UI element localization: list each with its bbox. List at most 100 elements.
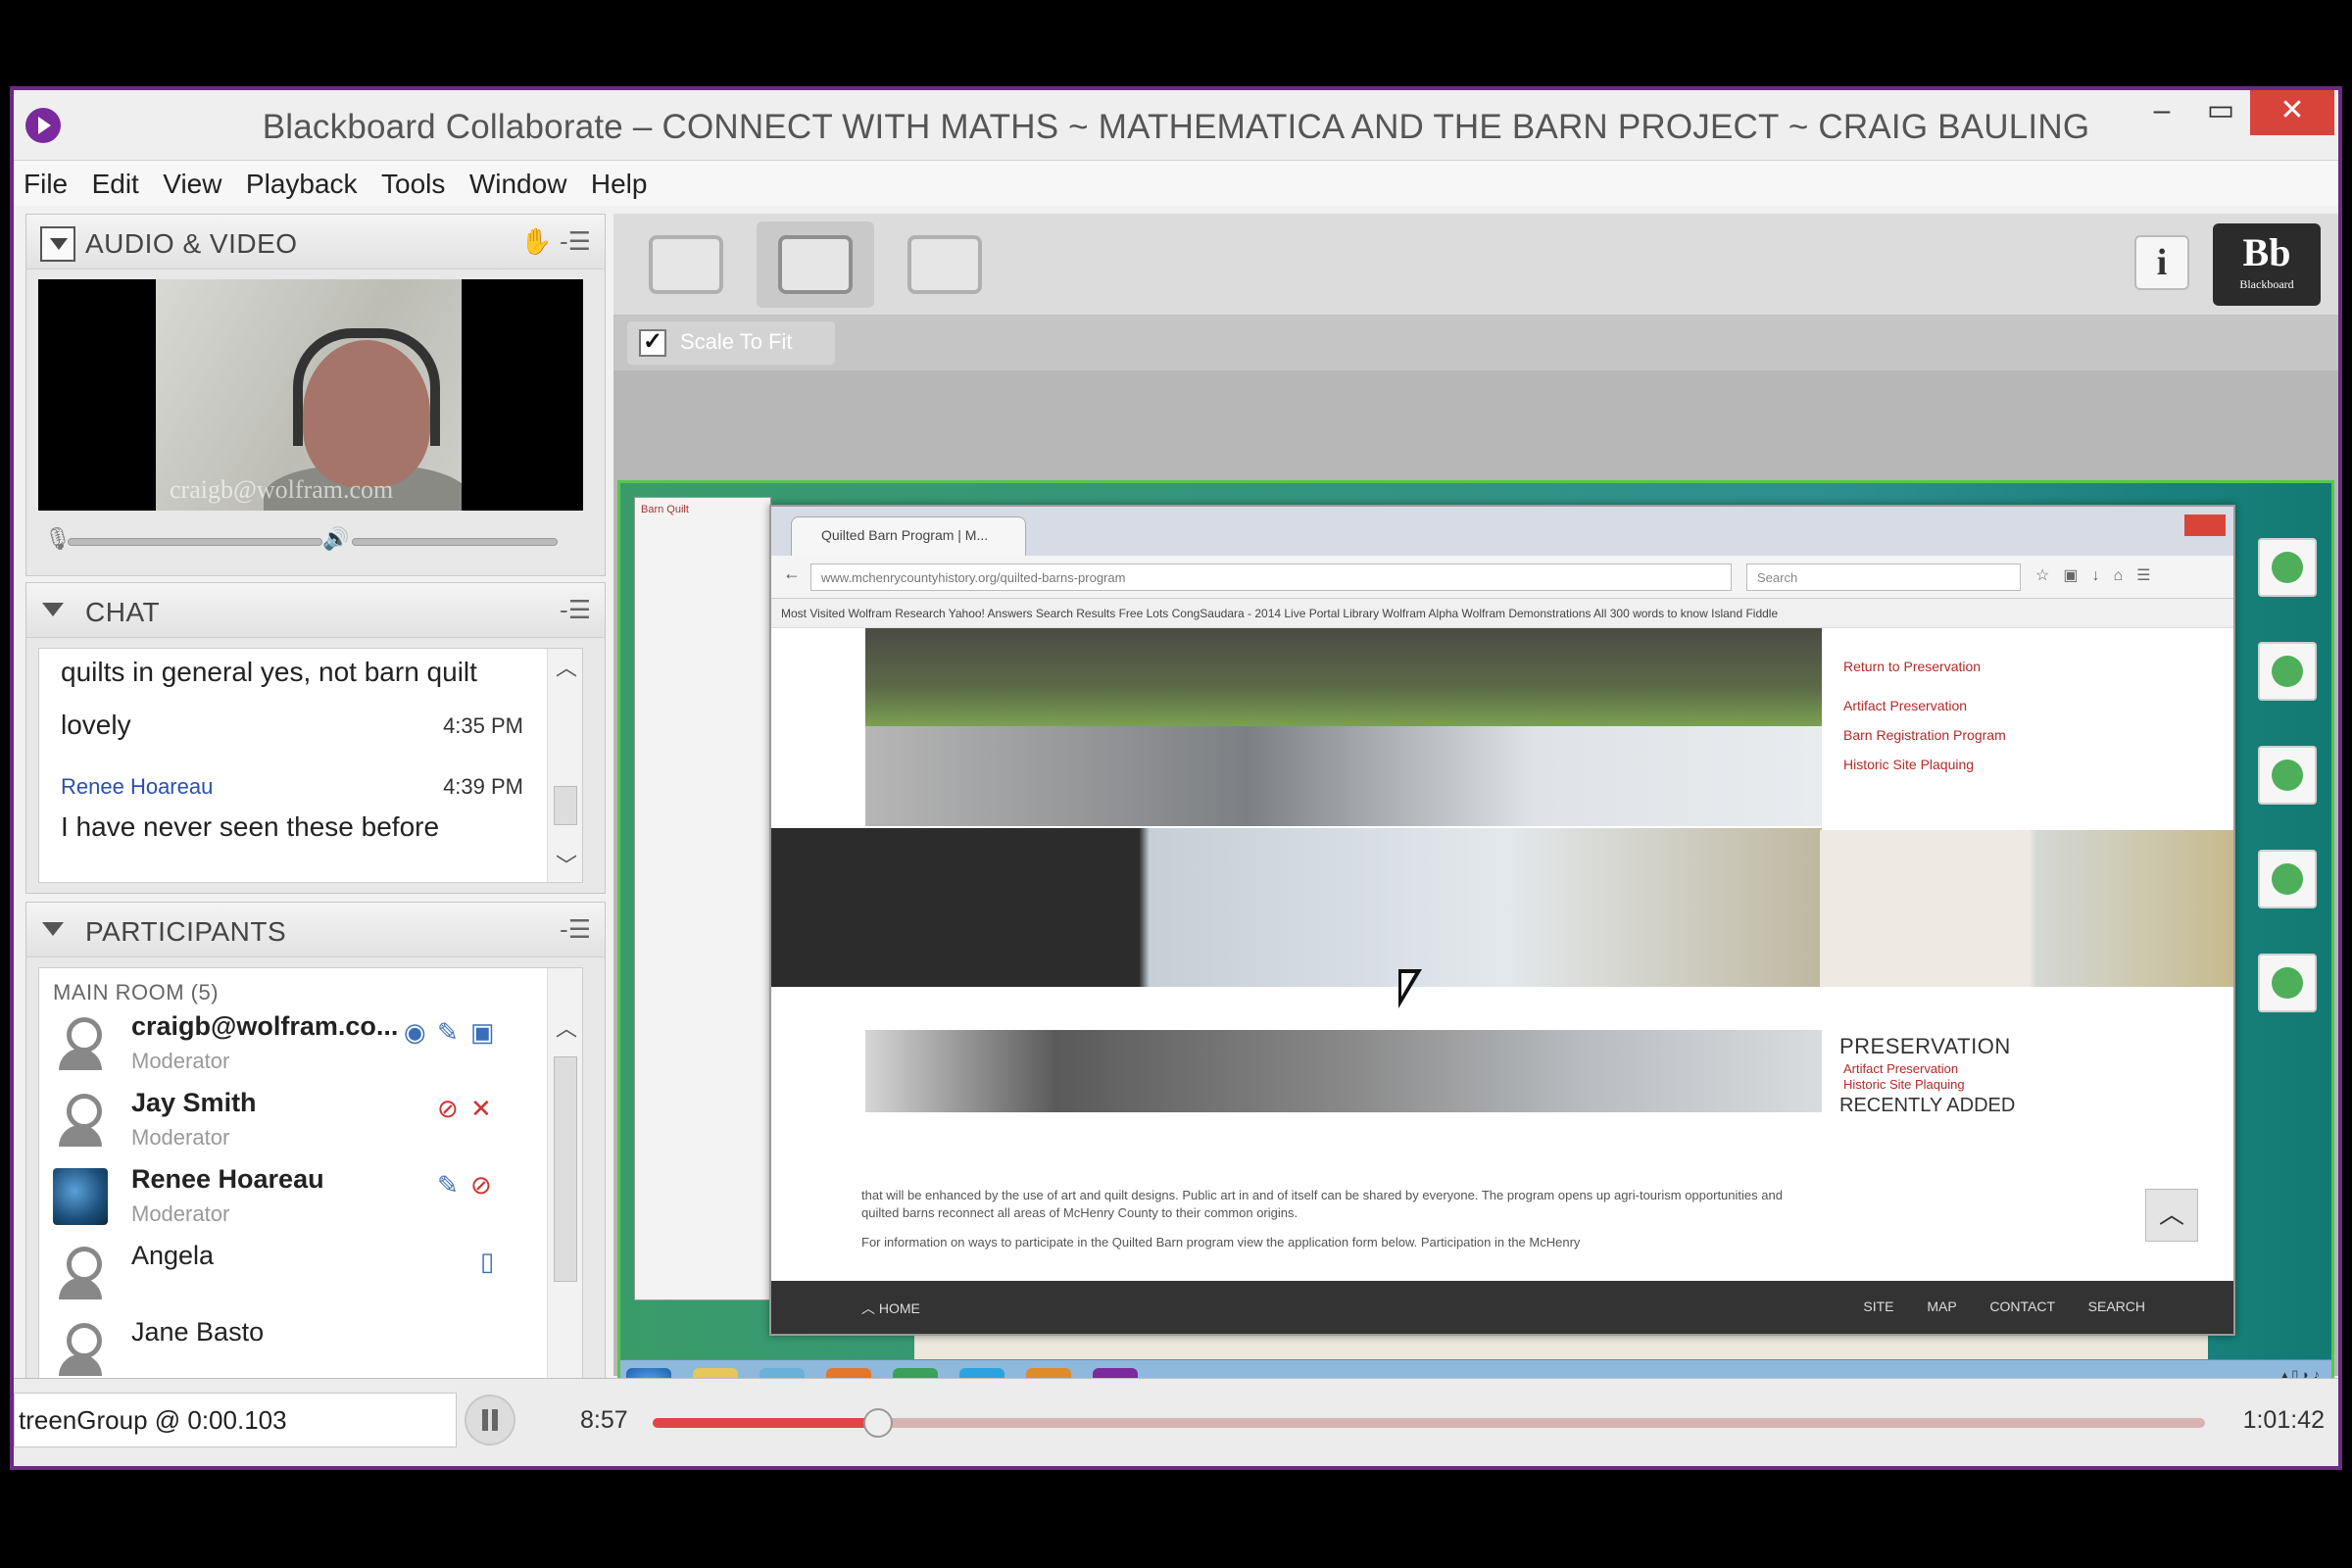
- audio-video-panel: AUDIO & VIDEO ✋ -☰ craigb@wolfram.com 🎙 …: [25, 214, 606, 576]
- playback-bar: treenGroup @ 0:00.103 8:57 1:01:42: [14, 1378, 2338, 1466]
- microphone-icon: ✎: [437, 1170, 459, 1200]
- close-button[interactable]: ✕: [2250, 90, 2334, 135]
- browser-nav: ← www.mchenrycountyhistory.org/quilted-b…: [771, 556, 2233, 599]
- participant-row[interactable]: craigb@wolfram.co... Moderator ◉ ✎ ▣: [39, 1007, 549, 1084]
- room-label: MAIN ROOM (5): [53, 980, 220, 1004]
- menu-edit[interactable]: Edit: [82, 161, 149, 200]
- camera-icon: ◉: [404, 1017, 426, 1047]
- panel-menu-icon[interactable]: -☰: [560, 914, 591, 945]
- chat-scrollbar[interactable]: ︿ ﹀: [547, 649, 582, 882]
- scroll-thumb[interactable]: [554, 786, 577, 825]
- camera-off-icon: ✕: [470, 1094, 492, 1123]
- mic-volume-slider[interactable]: [68, 538, 322, 546]
- menu-bar: File Edit View Playback Tools Window Hel…: [14, 161, 2338, 206]
- whiteboard-mode-button[interactable]: [627, 221, 745, 308]
- whiteboard-icon: [649, 235, 723, 294]
- menu-file[interactable]: File: [14, 161, 77, 200]
- file-icon: [2258, 642, 2317, 701]
- participant-name: Renee Hoareau: [131, 1164, 324, 1194]
- current-time: 8:57: [580, 1406, 628, 1434]
- person-icon: [53, 1092, 108, 1149]
- pause-button[interactable]: [465, 1395, 515, 1446]
- chevron-down-icon[interactable]: ﹀: [556, 849, 577, 880]
- hand-raise-icon[interactable]: ✋: [520, 226, 552, 256]
- microphone-icon: ✎: [437, 1017, 459, 1047]
- scale-to-fit-label: Scale To Fit: [680, 329, 793, 354]
- page-paragraph: For information on ways to participate i…: [861, 1235, 1581, 1250]
- collapse-arrow-icon[interactable]: [42, 922, 64, 936]
- bookmarks-bar: Most Visited Wolfram Research Yahoo! Ans…: [771, 599, 2233, 628]
- footer-links: SITE MAP CONTACT SEARCH: [1863, 1298, 2145, 1314]
- video-feed: craigb@wolfram.com: [38, 279, 583, 511]
- menu-help[interactable]: Help: [581, 161, 658, 200]
- participant-role: Moderator: [131, 1125, 230, 1150]
- camera-off-icon: ⊘: [470, 1170, 492, 1200]
- menu-playback[interactable]: Playback: [236, 161, 368, 200]
- timeline-scrubber[interactable]: [862, 1408, 893, 1438]
- barn-photo-2: [865, 1030, 1822, 1112]
- menu-view[interactable]: View: [153, 161, 231, 200]
- minimize-button[interactable]: –: [2132, 90, 2191, 135]
- chevron-up-icon[interactable]: ︿: [556, 1011, 577, 1043]
- collapse-toggle-icon[interactable]: [40, 226, 75, 262]
- timeline-progress: [653, 1418, 878, 1428]
- app-share-icon: [778, 235, 853, 294]
- participants-panel: PARTICIPANTS -☰ MAIN ROOM (5) craigb@wol…: [25, 902, 606, 1431]
- scroll-top-button: ︿: [2145, 1189, 2198, 1242]
- webcam-image: craigb@wolfram.com: [156, 279, 462, 511]
- collapse-arrow-icon[interactable]: [42, 603, 64, 616]
- playback-timeline[interactable]: [653, 1408, 2205, 1438]
- participant-name: craigb@wolfram.co...: [131, 1011, 399, 1041]
- page-footer: ︿ HOME SITE MAP CONTACT SEARCH: [771, 1281, 2233, 1334]
- chat-panel: CHAT -☰ quilts in general yes, not barn …: [25, 582, 606, 894]
- chat-title: CHAT: [85, 597, 161, 627]
- barn-panorama-photo: [771, 828, 1822, 987]
- speaker-volume-slider[interactable]: [352, 538, 558, 546]
- file-icon: [2258, 538, 2317, 597]
- chat-message: I have never seen these before: [61, 811, 440, 842]
- speaker-icon: 🔊: [322, 526, 350, 551]
- back-arrow-icon: ←: [783, 564, 801, 583]
- application-share-area: Barn Quilt Quilted Barn Program | M... ←…: [613, 370, 2338, 1413]
- app-window: Blackboard Collaborate – CONNECT WITH MA…: [10, 86, 2342, 1470]
- chat-sender[interactable]: Renee Hoareau: [61, 774, 213, 800]
- participant-row[interactable]: Jay Smith Moderator ⊘ ✕: [39, 1084, 549, 1160]
- maximize-button[interactable]: ▭: [2191, 90, 2250, 135]
- menu-tools[interactable]: Tools: [371, 161, 455, 200]
- barn-panorama-photo-right: [1820, 830, 2233, 987]
- menu-window[interactable]: Window: [460, 161, 577, 200]
- scale-to-fit-option[interactable]: ✓ Scale To Fit: [627, 321, 835, 365]
- browser-tabs: Quilted Barn Program | M...: [771, 507, 2233, 556]
- shared-browser-window: Quilted Barn Program | M... ← www.mchenr…: [769, 505, 2235, 1336]
- chat-time: 4:35 PM: [443, 713, 523, 738]
- url-bar: www.mchenrycountyhistory.org/quilted-bar…: [810, 564, 1732, 591]
- participants-scrollbar[interactable]: ︿ ﹀: [547, 968, 582, 1419]
- total-time: 1:01:42: [2242, 1406, 2325, 1434]
- participants-list: MAIN ROOM (5) craigb@wolfram.co... Moder…: [38, 967, 583, 1420]
- participant-row[interactable]: Renee Hoareau Moderator ✎ ⊘: [39, 1160, 549, 1237]
- participant-row[interactable]: Angela ▯: [39, 1237, 549, 1313]
- scroll-thumb[interactable]: [554, 1056, 577, 1282]
- file-icon: [2258, 746, 2317, 805]
- chevron-up-icon[interactable]: ︿: [556, 651, 577, 682]
- window-title: Blackboard Collaborate – CONNECT WITH MA…: [262, 108, 2090, 146]
- desktop-icons: [2251, 493, 2324, 1012]
- side-link: Historic Site Plaquing: [1843, 757, 1975, 772]
- file-icon: [2258, 954, 2317, 1012]
- info-button[interactable]: i: [2134, 235, 2189, 290]
- participants-title: PARTICIPANTS: [85, 916, 287, 947]
- footer-home: ︿ HOME: [861, 1300, 920, 1316]
- microphone-off-icon: ⊘: [437, 1094, 459, 1123]
- person-icon: [53, 1015, 108, 1072]
- scale-to-fit-checkbox[interactable]: ✓: [639, 329, 666, 357]
- app-share-mode-button[interactable]: [757, 221, 874, 308]
- side-link: Artifact Preservation: [1843, 698, 1968, 713]
- panel-menu-icon[interactable]: -☰: [560, 595, 591, 625]
- web-tour-icon: [907, 235, 982, 294]
- web-tour-mode-button[interactable]: [886, 221, 1004, 308]
- panel-menu-icon[interactable]: ✋ -☰: [520, 226, 591, 257]
- participant-name: Jane Basto: [131, 1317, 265, 1347]
- blackboard-logo: Bb Blackboard: [2213, 223, 2321, 306]
- chat-message: lovely: [61, 710, 131, 740]
- playback-status: treenGroup @ 0:00.103: [14, 1393, 457, 1447]
